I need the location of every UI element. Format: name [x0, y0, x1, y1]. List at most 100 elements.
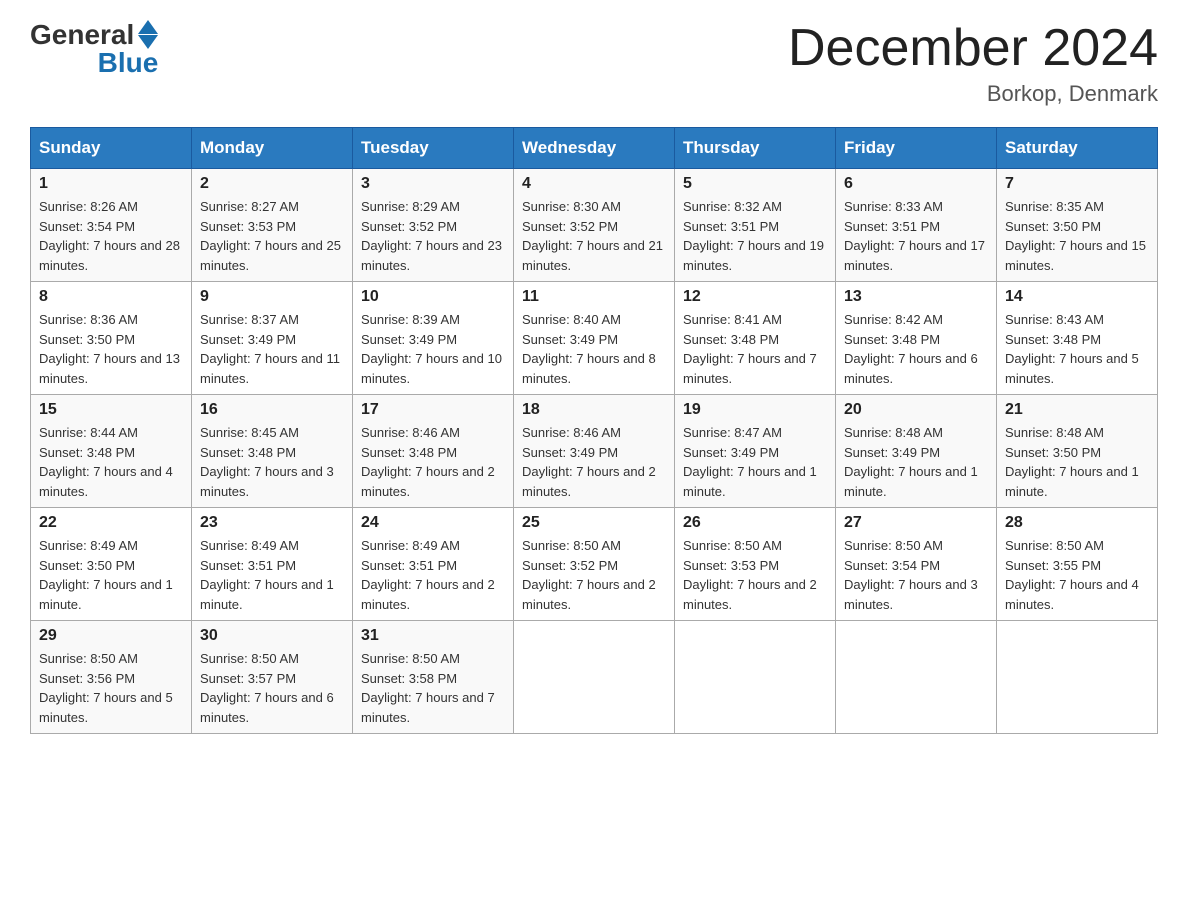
day-info: Sunrise: 8:42 AM Sunset: 3:48 PM Dayligh… — [844, 310, 988, 388]
day-info: Sunrise: 8:36 AM Sunset: 3:50 PM Dayligh… — [39, 310, 183, 388]
day-number: 30 — [200, 627, 344, 645]
calendar-cell: 9 Sunrise: 8:37 AM Sunset: 3:49 PM Dayli… — [192, 282, 353, 395]
calendar-cell: 23 Sunrise: 8:49 AM Sunset: 3:51 PM Dayl… — [192, 508, 353, 621]
weekday-header-saturday: Saturday — [997, 128, 1158, 169]
day-info: Sunrise: 8:44 AM Sunset: 3:48 PM Dayligh… — [39, 423, 183, 501]
day-number: 28 — [1005, 514, 1149, 532]
calendar-table: SundayMondayTuesdayWednesdayThursdayFrid… — [30, 127, 1158, 734]
day-number: 7 — [1005, 175, 1149, 193]
calendar-week-row: 29 Sunrise: 8:50 AM Sunset: 3:56 PM Dayl… — [31, 621, 1158, 734]
calendar-cell: 4 Sunrise: 8:30 AM Sunset: 3:52 PM Dayli… — [514, 169, 675, 282]
day-number: 3 — [361, 175, 505, 193]
calendar-cell: 5 Sunrise: 8:32 AM Sunset: 3:51 PM Dayli… — [675, 169, 836, 282]
day-info: Sunrise: 8:50 AM Sunset: 3:54 PM Dayligh… — [844, 536, 988, 614]
day-number: 29 — [39, 627, 183, 645]
day-number: 19 — [683, 401, 827, 419]
day-info: Sunrise: 8:33 AM Sunset: 3:51 PM Dayligh… — [844, 197, 988, 275]
day-info: Sunrise: 8:35 AM Sunset: 3:50 PM Dayligh… — [1005, 197, 1149, 275]
calendar-cell — [675, 621, 836, 734]
calendar-cell: 8 Sunrise: 8:36 AM Sunset: 3:50 PM Dayli… — [31, 282, 192, 395]
calendar-week-row: 1 Sunrise: 8:26 AM Sunset: 3:54 PM Dayli… — [31, 169, 1158, 282]
title-block: December 2024 Borkop, Denmark — [788, 20, 1158, 107]
day-number: 1 — [39, 175, 183, 193]
day-info: Sunrise: 8:50 AM Sunset: 3:58 PM Dayligh… — [361, 649, 505, 727]
weekday-header-sunday: Sunday — [31, 128, 192, 169]
calendar-cell: 14 Sunrise: 8:43 AM Sunset: 3:48 PM Dayl… — [997, 282, 1158, 395]
calendar-cell: 12 Sunrise: 8:41 AM Sunset: 3:48 PM Dayl… — [675, 282, 836, 395]
day-number: 5 — [683, 175, 827, 193]
day-number: 12 — [683, 288, 827, 306]
calendar-subtitle: Borkop, Denmark — [788, 81, 1158, 107]
calendar-cell: 24 Sunrise: 8:49 AM Sunset: 3:51 PM Dayl… — [353, 508, 514, 621]
calendar-cell: 22 Sunrise: 8:49 AM Sunset: 3:50 PM Dayl… — [31, 508, 192, 621]
day-info: Sunrise: 8:46 AM Sunset: 3:48 PM Dayligh… — [361, 423, 505, 501]
page-header: General Blue December 2024 Borkop, Denma… — [30, 20, 1158, 107]
calendar-cell: 27 Sunrise: 8:50 AM Sunset: 3:54 PM Dayl… — [836, 508, 997, 621]
calendar-cell: 20 Sunrise: 8:48 AM Sunset: 3:49 PM Dayl… — [836, 395, 997, 508]
logo-blue-text: Blue — [98, 49, 159, 77]
weekday-header-monday: Monday — [192, 128, 353, 169]
day-info: Sunrise: 8:49 AM Sunset: 3:51 PM Dayligh… — [361, 536, 505, 614]
calendar-cell: 26 Sunrise: 8:50 AM Sunset: 3:53 PM Dayl… — [675, 508, 836, 621]
day-number: 20 — [844, 401, 988, 419]
calendar-cell — [997, 621, 1158, 734]
calendar-cell: 1 Sunrise: 8:26 AM Sunset: 3:54 PM Dayli… — [31, 169, 192, 282]
day-info: Sunrise: 8:45 AM Sunset: 3:48 PM Dayligh… — [200, 423, 344, 501]
calendar-cell: 6 Sunrise: 8:33 AM Sunset: 3:51 PM Dayli… — [836, 169, 997, 282]
calendar-cell: 7 Sunrise: 8:35 AM Sunset: 3:50 PM Dayli… — [997, 169, 1158, 282]
day-number: 4 — [522, 175, 666, 193]
day-number: 27 — [844, 514, 988, 532]
day-info: Sunrise: 8:48 AM Sunset: 3:50 PM Dayligh… — [1005, 423, 1149, 501]
calendar-cell: 25 Sunrise: 8:50 AM Sunset: 3:52 PM Dayl… — [514, 508, 675, 621]
day-info: Sunrise: 8:49 AM Sunset: 3:51 PM Dayligh… — [200, 536, 344, 614]
day-number: 10 — [361, 288, 505, 306]
logo-general-text: General — [30, 21, 134, 49]
calendar-cell: 19 Sunrise: 8:47 AM Sunset: 3:49 PM Dayl… — [675, 395, 836, 508]
calendar-cell: 13 Sunrise: 8:42 AM Sunset: 3:48 PM Dayl… — [836, 282, 997, 395]
weekday-header-thursday: Thursday — [675, 128, 836, 169]
day-info: Sunrise: 8:39 AM Sunset: 3:49 PM Dayligh… — [361, 310, 505, 388]
day-info: Sunrise: 8:27 AM Sunset: 3:53 PM Dayligh… — [200, 197, 344, 275]
day-number: 15 — [39, 401, 183, 419]
calendar-cell: 15 Sunrise: 8:44 AM Sunset: 3:48 PM Dayl… — [31, 395, 192, 508]
calendar-week-row: 22 Sunrise: 8:49 AM Sunset: 3:50 PM Dayl… — [31, 508, 1158, 621]
day-info: Sunrise: 8:30 AM Sunset: 3:52 PM Dayligh… — [522, 197, 666, 275]
day-info: Sunrise: 8:41 AM Sunset: 3:48 PM Dayligh… — [683, 310, 827, 388]
day-number: 18 — [522, 401, 666, 419]
calendar-cell: 30 Sunrise: 8:50 AM Sunset: 3:57 PM Dayl… — [192, 621, 353, 734]
weekday-header-tuesday: Tuesday — [353, 128, 514, 169]
day-number: 23 — [200, 514, 344, 532]
day-info: Sunrise: 8:43 AM Sunset: 3:48 PM Dayligh… — [1005, 310, 1149, 388]
calendar-cell: 17 Sunrise: 8:46 AM Sunset: 3:48 PM Dayl… — [353, 395, 514, 508]
calendar-cell — [836, 621, 997, 734]
calendar-week-row: 15 Sunrise: 8:44 AM Sunset: 3:48 PM Dayl… — [31, 395, 1158, 508]
day-info: Sunrise: 8:49 AM Sunset: 3:50 PM Dayligh… — [39, 536, 183, 614]
day-info: Sunrise: 8:50 AM Sunset: 3:56 PM Dayligh… — [39, 649, 183, 727]
day-number: 16 — [200, 401, 344, 419]
day-number: 21 — [1005, 401, 1149, 419]
day-info: Sunrise: 8:48 AM Sunset: 3:49 PM Dayligh… — [844, 423, 988, 501]
day-number: 26 — [683, 514, 827, 532]
day-info: Sunrise: 8:50 AM Sunset: 3:57 PM Dayligh… — [200, 649, 344, 727]
calendar-cell: 29 Sunrise: 8:50 AM Sunset: 3:56 PM Dayl… — [31, 621, 192, 734]
day-number: 25 — [522, 514, 666, 532]
day-number: 13 — [844, 288, 988, 306]
logo[interactable]: General Blue — [30, 20, 158, 77]
day-info: Sunrise: 8:26 AM Sunset: 3:54 PM Dayligh… — [39, 197, 183, 275]
day-info: Sunrise: 8:50 AM Sunset: 3:55 PM Dayligh… — [1005, 536, 1149, 614]
calendar-cell: 16 Sunrise: 8:45 AM Sunset: 3:48 PM Dayl… — [192, 395, 353, 508]
calendar-title: December 2024 — [788, 20, 1158, 77]
day-info: Sunrise: 8:47 AM Sunset: 3:49 PM Dayligh… — [683, 423, 827, 501]
day-number: 17 — [361, 401, 505, 419]
day-info: Sunrise: 8:50 AM Sunset: 3:53 PM Dayligh… — [683, 536, 827, 614]
day-info: Sunrise: 8:29 AM Sunset: 3:52 PM Dayligh… — [361, 197, 505, 275]
weekday-header-wednesday: Wednesday — [514, 128, 675, 169]
calendar-cell: 18 Sunrise: 8:46 AM Sunset: 3:49 PM Dayl… — [514, 395, 675, 508]
day-number: 8 — [39, 288, 183, 306]
day-number: 6 — [844, 175, 988, 193]
calendar-cell — [514, 621, 675, 734]
day-number: 11 — [522, 288, 666, 306]
day-info: Sunrise: 8:37 AM Sunset: 3:49 PM Dayligh… — [200, 310, 344, 388]
day-number: 22 — [39, 514, 183, 532]
calendar-cell: 10 Sunrise: 8:39 AM Sunset: 3:49 PM Dayl… — [353, 282, 514, 395]
